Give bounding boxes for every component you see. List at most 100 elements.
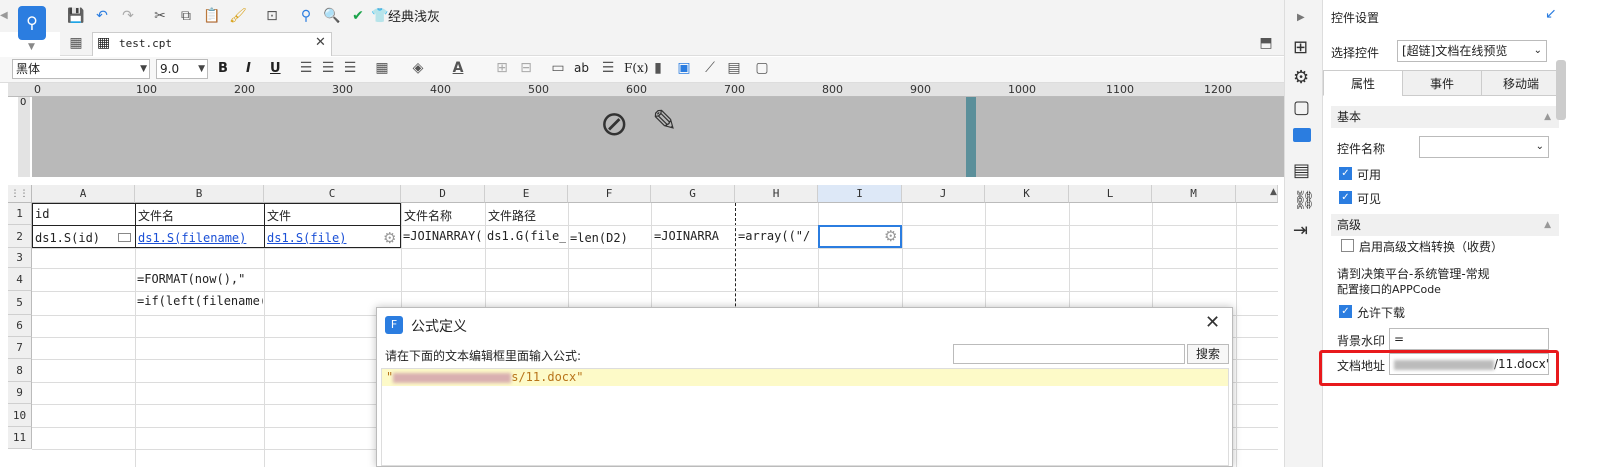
merge-cells-icon[interactable]: ⊞ [492, 58, 512, 78]
watermark-input[interactable]: = [1389, 328, 1549, 350]
cut-icon[interactable]: ✂ [150, 6, 170, 26]
bold-button[interactable]: B [218, 61, 228, 76]
cell-b2[interactable]: ds1.S(filename) [138, 231, 262, 245]
align-right-icon[interactable]: ☰ [340, 58, 360, 78]
panel-scrollbar[interactable] [1556, 60, 1566, 120]
column-header[interactable]: D [401, 185, 485, 203]
fill-color-icon[interactable]: ◈ [408, 58, 428, 78]
advanced-conversion-checkbox[interactable] [1341, 239, 1354, 252]
row-header[interactable]: 6 [8, 315, 32, 337]
frame-icon[interactable]: ▢ [1293, 97, 1310, 118]
row-header[interactable]: 2 [8, 225, 32, 248]
border-icon[interactable]: ▦ [372, 58, 392, 78]
collapse-left-icon[interactable]: ◀ [0, 10, 8, 21]
tab-properties[interactable]: 属性 [1323, 70, 1403, 96]
formula-button[interactable]: F(x) [624, 61, 648, 75]
row-header[interactable]: 4 [8, 268, 32, 291]
search-preview-icon[interactable]: 🔍 [322, 6, 342, 26]
pin-icon[interactable]: ↙ [1545, 6, 1557, 22]
paragraph-icon[interactable]: ☰ [598, 58, 618, 78]
cell-b5[interactable]: =if(left(filename( [137, 294, 263, 308]
datasource-icon[interactable]: ⚲ [296, 6, 316, 26]
hyperlink-icon[interactable]: ⛓ [1293, 190, 1316, 211]
theme-button[interactable]: 经典浅灰 [388, 6, 440, 25]
formula-text[interactable]: " s/11.docx" [386, 370, 583, 384]
close-icon[interactable]: ✕ [1205, 312, 1220, 333]
row-header[interactable]: 1 [8, 203, 32, 225]
eye-off-icon[interactable]: ⊘ [600, 104, 629, 144]
redo-icon[interactable]: ↷ [118, 6, 138, 26]
scroll-up-icon[interactable]: ▲ [1270, 187, 1277, 197]
tab-menu-icon[interactable]: ⬒ [1256, 33, 1276, 53]
column-header[interactable]: A [32, 185, 135, 203]
gear-icon[interactable]: ⚙ [884, 227, 897, 245]
widget-settings-icon[interactable] [1293, 128, 1311, 142]
tab-events[interactable]: 事件 [1402, 70, 1482, 96]
row-header[interactable]: 10 [8, 404, 32, 427]
column-header[interactable]: I [818, 185, 902, 203]
app-logo-icon[interactable]: ⚲ [18, 6, 46, 40]
formula-search-input[interactable] [953, 344, 1185, 364]
advanced-section-header[interactable]: 高级 ▲ [1331, 214, 1559, 236]
paste-icon[interactable]: 📋 [202, 6, 222, 26]
row-header[interactable]: 5 [8, 291, 32, 315]
column-header[interactable]: J [902, 185, 985, 203]
layout-icon[interactable]: ⊞ [1293, 37, 1308, 58]
params-icon[interactable]: ⚙ [1293, 67, 1309, 88]
font-color-icon[interactable]: A [448, 58, 468, 78]
align-center-icon[interactable]: ☰ [318, 58, 338, 78]
slash-icon[interactable]: ⟋ [700, 58, 720, 78]
italic-button[interactable]: I [246, 61, 251, 76]
font-family-select[interactable]: 黑体 ▼ [12, 59, 150, 79]
row-header[interactable]: 11 [8, 427, 32, 449]
search-button[interactable]: 搜索 [1187, 344, 1229, 364]
column-header[interactable]: L [1069, 185, 1152, 203]
column-header[interactable]: G [651, 185, 735, 203]
enabled-checkbox[interactable]: ✓ [1339, 167, 1352, 180]
formula-editor[interactable]: " s/11.docx" [381, 368, 1229, 466]
subreport-icon[interactable]: ▤ [724, 58, 744, 78]
cell-h2[interactable]: =array(("/ [738, 229, 816, 243]
row-header[interactable]: 9 [8, 382, 32, 404]
cell-b1[interactable]: 文件名 [138, 207, 174, 224]
cell-g2[interactable]: =JOINARRA [654, 229, 733, 243]
row-header[interactable]: 7 [8, 337, 32, 359]
cell-c2[interactable]: ds1.S(file) [267, 231, 379, 245]
undo-icon[interactable]: ↶ [92, 6, 112, 26]
cell-a2[interactable]: ds1.S(id) [35, 231, 117, 245]
column-header[interactable]: E [485, 185, 568, 203]
column-header[interactable]: K [985, 185, 1069, 203]
condition-icon[interactable]: ▤ [1293, 160, 1310, 181]
tab-test-cpt[interactable]: ▦ test.cpt ✕ [92, 32, 332, 56]
copy-icon[interactable]: ⧉ [176, 6, 196, 26]
cell-d2[interactable]: =JOINARRAY( [403, 229, 483, 243]
column-header[interactable]: H [735, 185, 818, 203]
cell-a1[interactable]: id [35, 207, 49, 221]
text-cell-button[interactable]: ab [574, 61, 589, 75]
widget-name-input[interactable]: ⌄ [1419, 136, 1549, 158]
check-icon[interactable]: ✔ [348, 6, 368, 26]
cell-e1[interactable]: 文件路径 [488, 207, 536, 224]
split-cells-icon[interactable]: ⊟ [516, 58, 536, 78]
cell-c1[interactable]: 文件 [267, 207, 291, 224]
chart-icon[interactable]: ▮ [648, 58, 668, 78]
column-header[interactable]: F [568, 185, 651, 203]
font-size-select[interactable]: 9.0 ▼ [156, 59, 208, 79]
theme-shirt-icon[interactable]: 👕 [370, 6, 390, 26]
format-painter-icon[interactable]: 🖌 [228, 6, 248, 26]
pencil-icon[interactable]: ✎ [652, 104, 677, 139]
preview-icon[interactable]: ⊡ [262, 6, 282, 26]
gear-icon[interactable]: ⚙ [383, 229, 396, 247]
basic-section-header[interactable]: 基本 ▲ [1331, 106, 1559, 128]
image-icon[interactable]: ▣ [674, 58, 694, 78]
column-header[interactable]: M [1152, 185, 1236, 203]
save-icon[interactable]: 💾 [66, 6, 86, 26]
cell-widget-icon[interactable] [118, 233, 131, 242]
cell-d1[interactable]: 文件名称 [404, 207, 452, 224]
visible-checkbox[interactable]: ✓ [1339, 191, 1352, 204]
tab-mobile[interactable]: 移动端 [1481, 70, 1561, 96]
column-header[interactable]: B [135, 185, 264, 203]
underline-button[interactable]: U [270, 61, 281, 76]
selected-cell-i2[interactable]: ⚙ [818, 225, 902, 248]
cell-f2[interactable]: =len(D2) [570, 231, 649, 245]
